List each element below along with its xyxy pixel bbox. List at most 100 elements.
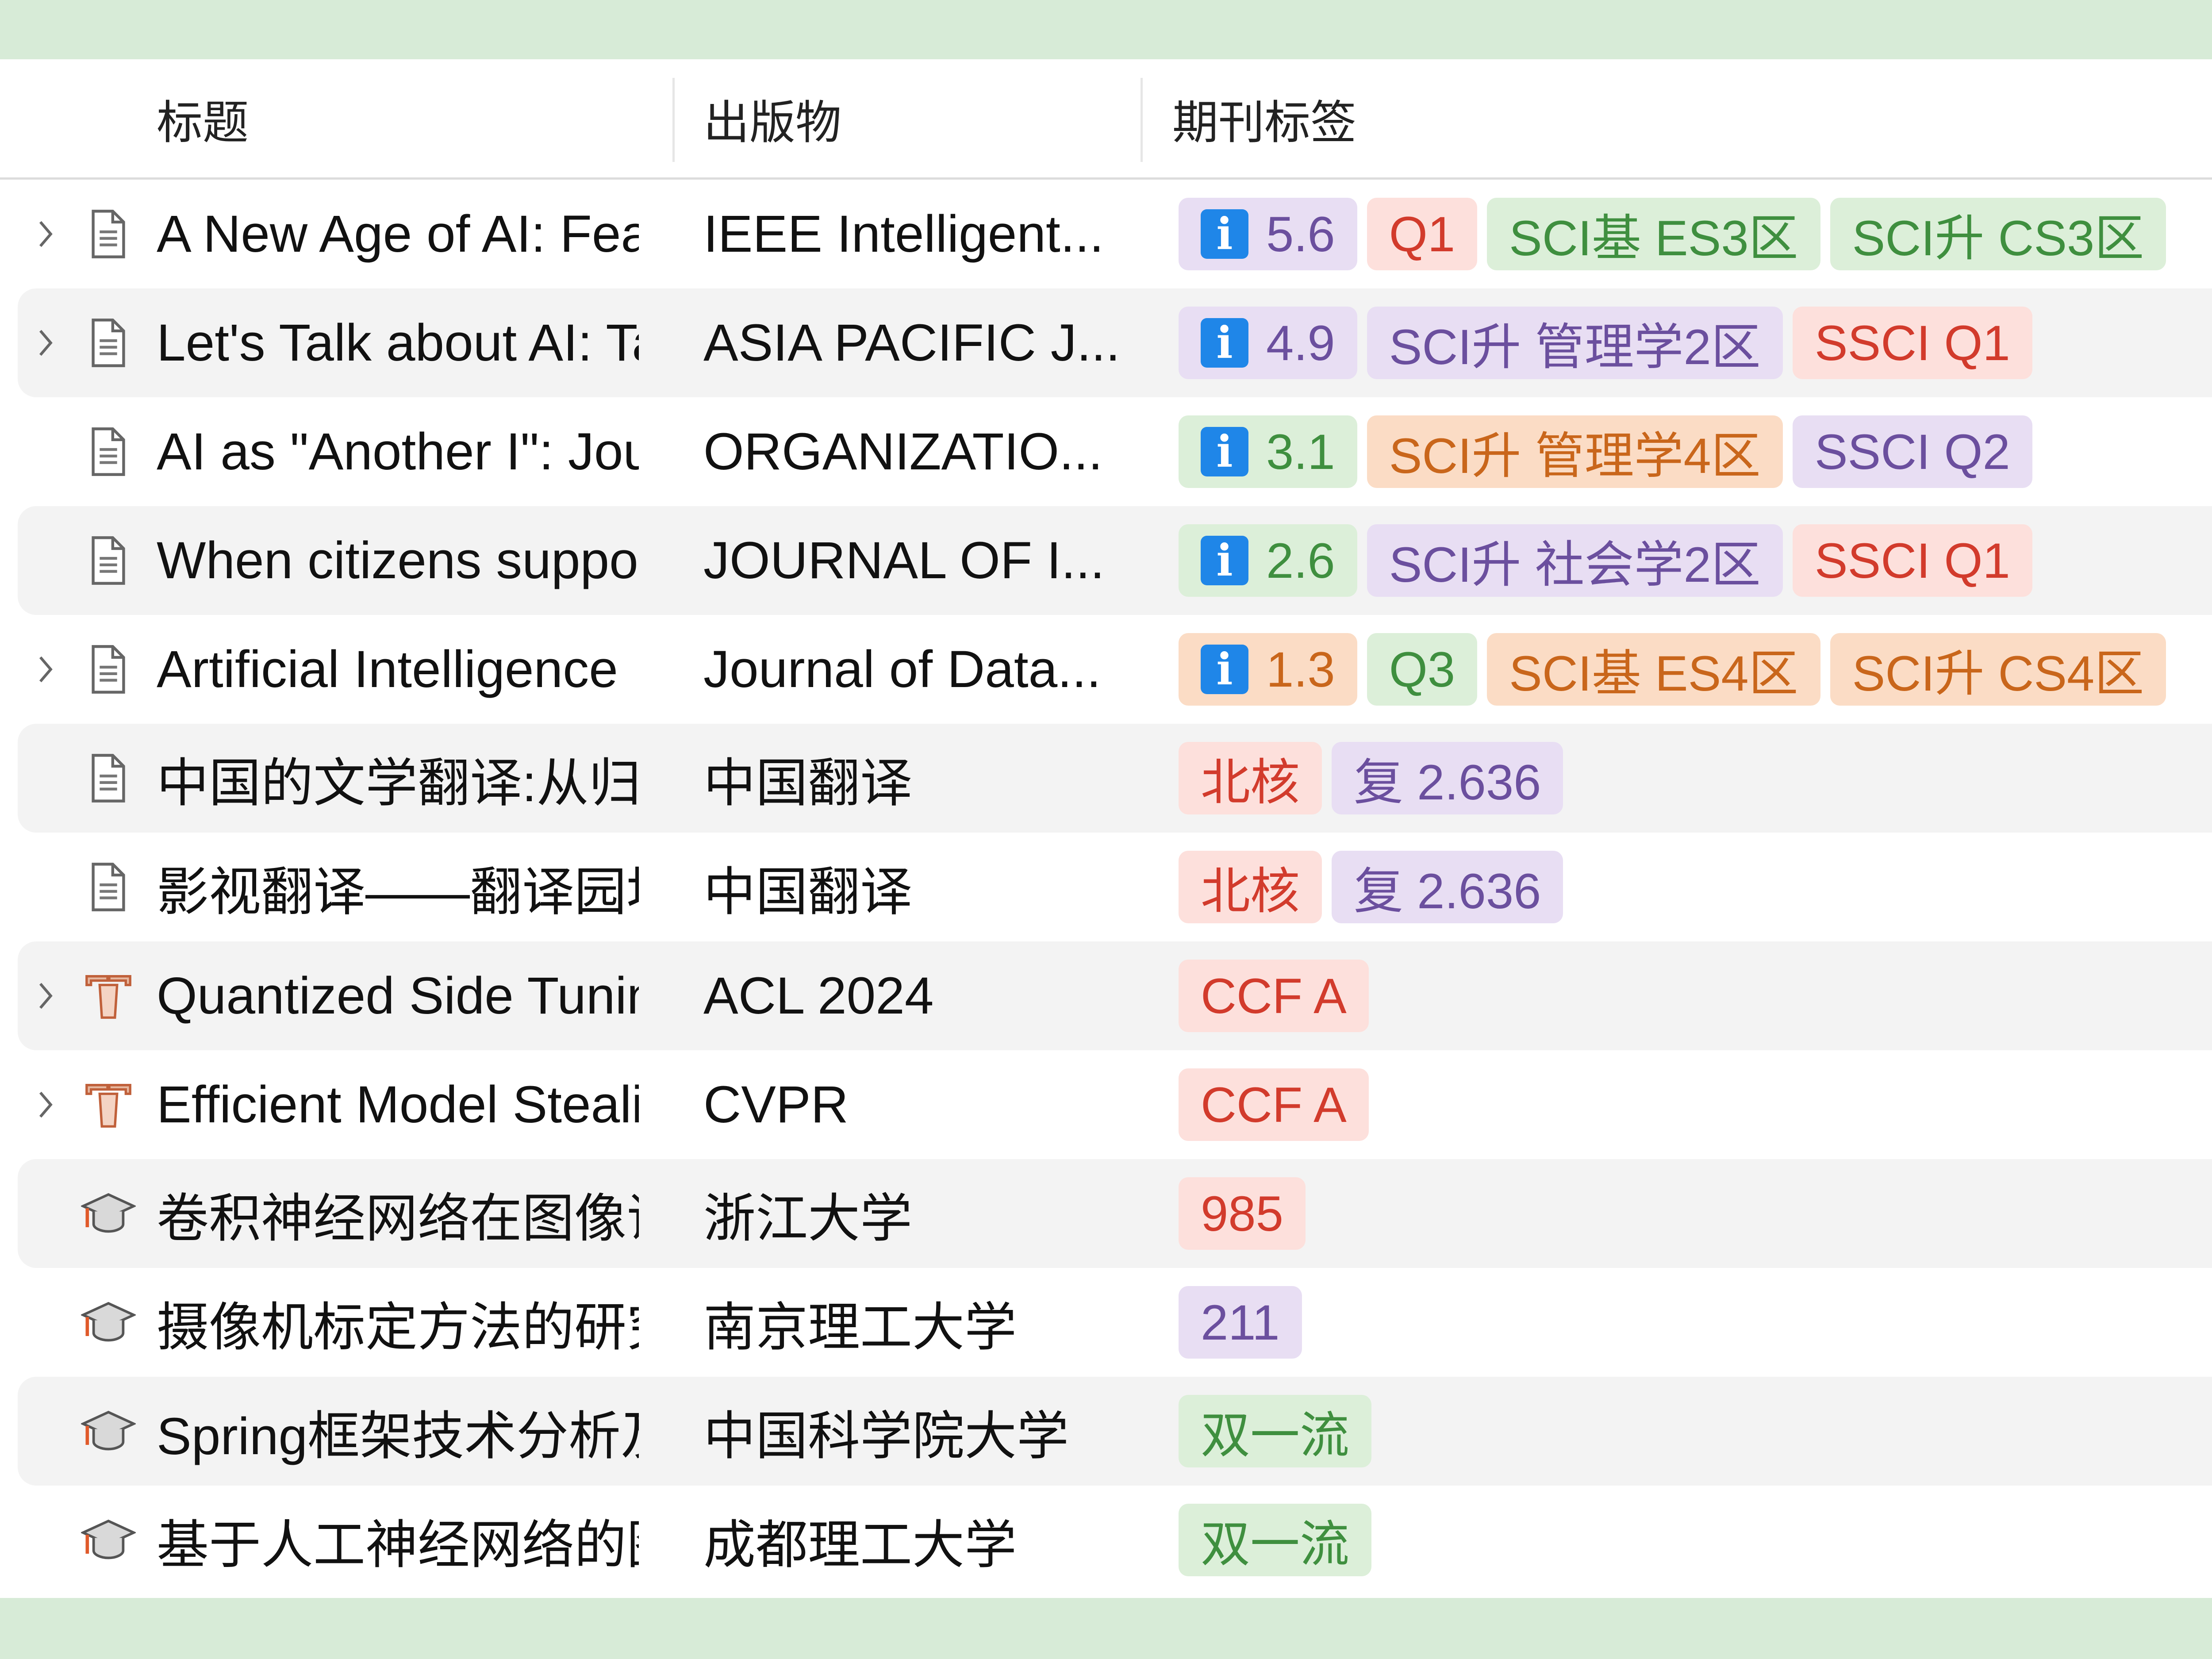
item-title: A New Age of AI: Features and Futures bbox=[157, 180, 639, 288]
item-publication-text: IEEE Intelligent... bbox=[703, 205, 1104, 263]
journal-tags: CCF A bbox=[1179, 1050, 1369, 1159]
column-tags[interactable]: 期刊标签 bbox=[1172, 59, 1356, 177]
item-publication: 中国科学院大学 bbox=[703, 1377, 1137, 1486]
journal-tag-text: 北核 bbox=[1201, 864, 1300, 919]
journal-tag-text: 复 2.636 bbox=[1354, 864, 1541, 919]
thesis-icon bbox=[79, 1187, 138, 1240]
item-title-text: 中国的文学翻译:从归化趋向异化 bbox=[157, 754, 639, 813]
journal-tag-text: SCI升 管理学4区 bbox=[1389, 428, 1761, 484]
column-title-label: 标题 bbox=[157, 97, 249, 149]
journal-tag: CCF A bbox=[1179, 1068, 1369, 1141]
item-title-text: A New Age of AI: Features and Futures bbox=[157, 205, 639, 263]
journal-tag-text: 211 bbox=[1201, 1294, 1280, 1350]
table-row[interactable]: Artificial Intelligence Journal of Data..… bbox=[0, 615, 2212, 724]
journal-tags: 双一流 bbox=[1179, 1377, 1371, 1486]
item-publication: CVPR bbox=[703, 1050, 1137, 1159]
conference-paper-icon bbox=[79, 1079, 138, 1131]
journal-tags: 北核复 2.636 bbox=[1179, 724, 1563, 833]
item-publication-text: 中国翻译 bbox=[703, 754, 913, 813]
journal-tag: SCI升 CS4区 bbox=[1830, 633, 2166, 706]
table-row[interactable]: AI as "Another I": Journey Map of Workin… bbox=[0, 397, 2212, 506]
journal-tag: Q1 bbox=[1367, 198, 1478, 270]
table-row[interactable]: A New Age of AI: Features and Futures IEE… bbox=[0, 180, 2212, 288]
journal-tag: 985 bbox=[1179, 1177, 1306, 1250]
column-divider[interactable] bbox=[1141, 78, 1143, 162]
info-icon: i bbox=[1201, 535, 1248, 586]
item-title: Efficient Model Stealing bbox=[157, 1050, 639, 1159]
table-row[interactable]: 影视翻译——翻译园地中愈来愈重要的领域 中国翻译 北核复 2.636 bbox=[0, 833, 2212, 941]
item-publication: IEEE Intelligent... bbox=[703, 180, 1137, 288]
item-title: Spring框架技术分析及应用 bbox=[157, 1377, 639, 1486]
info-icon: i bbox=[1201, 644, 1248, 695]
top-band bbox=[0, 0, 2212, 59]
table-row[interactable]: Let's Talk about AI: Talking about AI is… bbox=[0, 288, 2212, 397]
item-publication-text: 中国翻译 bbox=[703, 863, 913, 922]
journal-tags: CCF A bbox=[1179, 941, 1369, 1050]
item-publication-text: CVPR bbox=[703, 1075, 849, 1134]
bottom-band bbox=[0, 1598, 2212, 1659]
journal-tag-text: 5.6 bbox=[1266, 206, 1335, 262]
document-icon bbox=[79, 426, 138, 478]
journal-tag: SCI基 ES3区 bbox=[1487, 198, 1820, 270]
journal-tag-text: Q1 bbox=[1389, 206, 1455, 262]
item-title-text: 基于人工神经网络的图像识别 bbox=[157, 1516, 639, 1575]
journal-tag: SSCI Q1 bbox=[1792, 307, 2032, 379]
item-publication-text: ASIA PACIFIC J... bbox=[703, 314, 1121, 372]
journal-tag: 复 2.636 bbox=[1332, 742, 1563, 814]
table-row[interactable]: Quantized Side Tuning ACL 2024 CCF A bbox=[0, 941, 2212, 1050]
journal-tags: 双一流 bbox=[1179, 1486, 1371, 1594]
document-icon bbox=[79, 534, 138, 587]
journal-tag-text: 北核 bbox=[1201, 755, 1300, 810]
item-publication: ORGANIZATIO... bbox=[703, 397, 1137, 506]
item-title: Let's Talk about AI: Talking about AI is… bbox=[157, 288, 639, 397]
table-row[interactable]: 卷积神经网络在图像识别上的应用 浙江大学 985 bbox=[0, 1159, 2212, 1268]
journal-tag: 北核 bbox=[1179, 742, 1322, 814]
column-divider[interactable] bbox=[672, 78, 675, 162]
column-title[interactable]: 标题 bbox=[157, 59, 249, 177]
document-icon bbox=[79, 861, 138, 913]
item-publication-text: JOURNAL OF I... bbox=[703, 531, 1105, 590]
journal-tag: SSCI Q1 bbox=[1792, 524, 2032, 597]
table-row[interactable]: 基于人工神经网络的图像识别 成都理工大学 双一流 bbox=[0, 1486, 2212, 1594]
item-publication: Journal of Data... bbox=[703, 615, 1137, 724]
journal-tag: 北核 bbox=[1179, 851, 1322, 923]
item-title: 中国的文学翻译:从归化趋向异化 bbox=[157, 724, 639, 833]
info-icon: i bbox=[1201, 318, 1248, 369]
chevron-right-icon[interactable] bbox=[32, 654, 59, 685]
item-title: 摄像机标定方法的研究 bbox=[157, 1268, 639, 1377]
item-publication-text: 成都理工大学 bbox=[703, 1516, 1017, 1575]
journal-tag-text: 3.1 bbox=[1266, 424, 1335, 480]
journal-tag-text: 复 2.636 bbox=[1354, 755, 1541, 810]
item-title-text: 卷积神经网络在图像识别上的应用 bbox=[157, 1189, 639, 1248]
info-icon: i bbox=[1201, 209, 1248, 260]
journal-tag: 双一流 bbox=[1179, 1504, 1371, 1576]
journal-tags: 985 bbox=[1179, 1159, 1306, 1268]
chevron-right-icon[interactable] bbox=[32, 327, 59, 358]
chevron-right-icon[interactable] bbox=[32, 980, 59, 1011]
column-publication[interactable]: 出版物 bbox=[703, 59, 841, 177]
conference-paper-icon bbox=[79, 970, 138, 1022]
table-row[interactable]: Efficient Model Stealing CVPR CCF A bbox=[0, 1050, 2212, 1159]
journal-tag: SSCI Q2 bbox=[1792, 415, 2032, 488]
chevron-right-icon[interactable] bbox=[32, 219, 59, 250]
journal-tag-text: SCI升 社会学2区 bbox=[1389, 537, 1761, 592]
journal-tag: SCI升 管理学2区 bbox=[1367, 307, 1783, 379]
chevron-right-icon[interactable] bbox=[32, 1089, 59, 1120]
item-title: AI as "Another I": Journey Map of Workin… bbox=[157, 397, 639, 506]
thesis-icon bbox=[79, 1514, 138, 1566]
item-publication: JOURNAL OF I... bbox=[703, 506, 1137, 615]
item-title-text: Let's Talk about AI: Talking about AI is… bbox=[157, 314, 639, 372]
table-row[interactable]: 中国的文学翻译:从归化趋向异化 中国翻译 北核复 2.636 bbox=[0, 724, 2212, 833]
thesis-icon bbox=[79, 1296, 138, 1348]
item-title: When citizens support AI policies bbox=[157, 506, 639, 615]
journal-tag-text: SCI基 ES4区 bbox=[1509, 646, 1798, 701]
journal-tag: i 2.6 bbox=[1179, 524, 1357, 597]
journal-tag-text: 双一流 bbox=[1201, 1517, 1349, 1572]
journal-tags: i 2.6 SCI升 社会学2区 SSCI Q1 bbox=[1179, 506, 2032, 615]
table-row[interactable]: Spring框架技术分析及应用 中国科学院大学 双一流 bbox=[0, 1377, 2212, 1486]
item-title: 卷积神经网络在图像识别上的应用 bbox=[157, 1159, 639, 1268]
journal-tags: 211 bbox=[1179, 1268, 1302, 1377]
table-row[interactable]: 摄像机标定方法的研究 南京理工大学 211 bbox=[0, 1268, 2212, 1377]
table-row[interactable]: When citizens support AI policies JOURNAL… bbox=[0, 506, 2212, 615]
journal-tag-text: SCI升 CS4区 bbox=[1852, 646, 2144, 701]
